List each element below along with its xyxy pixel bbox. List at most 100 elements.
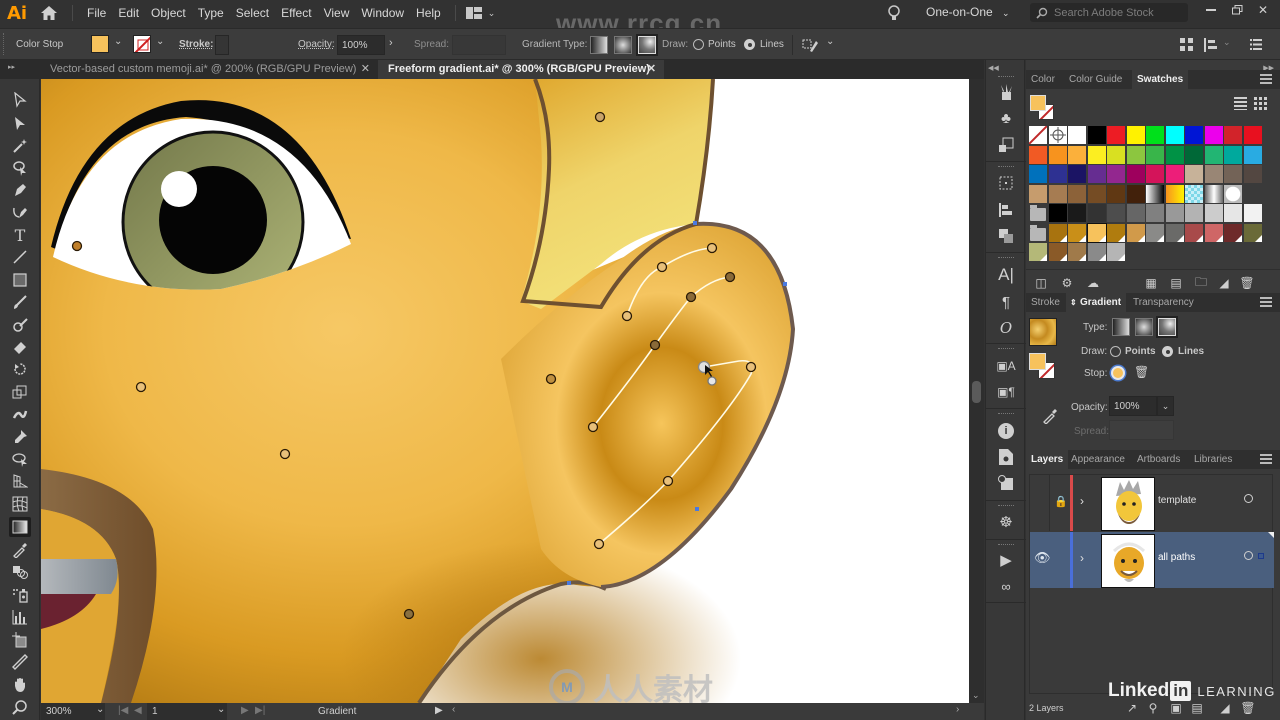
swatch[interactable] <box>1185 126 1203 144</box>
opacity-input[interactable]: 100% <box>337 35 385 55</box>
links-chain-panel-button[interactable]: ∞ <box>996 576 1016 596</box>
swatch[interactable] <box>1146 145 1164 164</box>
swatch[interactable] <box>1107 223 1125 242</box>
swatch-pattern-blue[interactable] <box>1185 184 1203 203</box>
zoom-level-select[interactable]: 300% ⌄ <box>41 703 105 720</box>
menu-object[interactable]: Object <box>145 0 192 26</box>
align-objects-icon[interactable] <box>1204 38 1218 52</box>
align-panel-button[interactable] <box>996 200 1016 220</box>
swatch[interactable] <box>1087 243 1106 261</box>
draw-points-radio[interactable] <box>693 39 704 50</box>
swatch[interactable] <box>1224 126 1242 144</box>
stroke-weight-stepper[interactable] <box>215 35 229 55</box>
swatch[interactable] <box>1146 126 1164 144</box>
swatch[interactable] <box>1224 165 1242 183</box>
draw-lines-radio[interactable] <box>744 39 755 50</box>
scroll-right-icon[interactable]: › <box>956 704 959 715</box>
swatch[interactable] <box>1068 165 1086 183</box>
swatch[interactable] <box>1107 243 1125 261</box>
swatch[interactable] <box>1029 243 1047 261</box>
collapse-toolbar-icon[interactable]: ▸▸ <box>8 63 15 71</box>
swatch-options-icon[interactable]: ▦ <box>1144 276 1158 290</box>
swatch[interactable] <box>1048 184 1067 203</box>
actions-panel-button[interactable]: ▶ <box>996 550 1016 570</box>
swatch[interactable] <box>1087 145 1106 164</box>
close-tab-icon[interactable]: ✕ <box>361 60 370 79</box>
minimize-button[interactable] <box>1198 0 1224 20</box>
opacity-dropdown[interactable]: ⌄ <box>1157 396 1174 416</box>
paragraph-panel-button[interactable]: ¶ <box>996 292 1016 312</box>
thumbnail-view-icon[interactable] <box>1254 97 1267 110</box>
swatch[interactable] <box>1048 243 1067 261</box>
tab-vector-memoji[interactable]: Vector-based custom memoji.ai* @ 200% (R… <box>40 60 378 79</box>
panel-group-grip[interactable] <box>998 544 1014 546</box>
hand-tool[interactable] <box>9 675 31 695</box>
swatches-panel-menu-icon[interactable] <box>1260 74 1272 84</box>
artwork[interactable] <box>41 79 969 703</box>
vertical-scrollbar[interactable]: ⌄ <box>969 79 984 703</box>
current-tool-status[interactable]: Gradient <box>318 706 356 717</box>
swatch[interactable] <box>1243 223 1262 242</box>
direct-selection-tool[interactable] <box>9 114 31 134</box>
zoom-tool[interactable] <box>9 698 31 718</box>
fill-swatch[interactable] <box>1029 353 1046 370</box>
type-tool[interactable]: T <box>9 225 31 245</box>
swatch[interactable] <box>1165 145 1184 164</box>
tab-artboards[interactable]: Artboards <box>1132 450 1185 469</box>
swatch[interactable] <box>1087 165 1106 183</box>
close-tab-icon[interactable]: ✕ <box>647 60 656 79</box>
swatch[interactable] <box>1029 145 1047 164</box>
swatch[interactable] <box>1204 145 1223 164</box>
stroke-dropdown-chevron-icon[interactable]: ⌄ <box>156 36 164 47</box>
opentype-panel-button[interactable]: O <box>996 318 1016 338</box>
tab-color-guide[interactable]: Color Guide <box>1064 70 1127 89</box>
swatch-selected[interactable] <box>1086 222 1107 243</box>
swatch[interactable] <box>1224 145 1242 164</box>
swatch[interactable] <box>1126 184 1145 203</box>
swatch[interactable] <box>1087 204 1106 222</box>
perspective-grid-tool[interactable] <box>9 471 31 491</box>
swatch[interactable] <box>1126 223 1145 242</box>
artboard-number-select[interactable]: 1 ⌄ <box>147 703 227 720</box>
tab-gradient[interactable]: ⇕ Gradient <box>1066 293 1127 312</box>
rectangle-tool[interactable] <box>9 270 31 290</box>
swatch[interactable] <box>1126 165 1145 183</box>
make-clipping-mask-icon[interactable]: ▣ <box>1169 701 1183 715</box>
scrollbar-thumb[interactable] <box>972 381 981 403</box>
home-icon[interactable] <box>34 0 64 26</box>
character-styles-panel-button[interactable]: ▣A <box>996 356 1016 376</box>
opacity-expand-chevron-icon[interactable]: › <box>389 37 393 49</box>
swatch[interactable] <box>1126 145 1145 164</box>
first-artboard-icon[interactable]: |◀ <box>118 705 128 716</box>
lasso-tool[interactable] <box>9 158 31 178</box>
lock-icon[interactable]: 🔒 <box>1054 495 1068 508</box>
swatch[interactable] <box>1185 165 1203 183</box>
swatch[interactable] <box>1204 126 1223 144</box>
swatch-libraries-icon[interactable]: ◫ <box>1034 276 1048 290</box>
swatch[interactable] <box>1185 223 1203 242</box>
panel-group-grip[interactable] <box>998 257 1014 259</box>
fill-swatch[interactable] <box>91 35 109 53</box>
graphic-styles-panel-button[interactable] <box>996 135 1016 155</box>
control-bar-menu-icon[interactable] <box>1250 39 1262 50</box>
transform-panel-button[interactable] <box>996 173 1016 193</box>
workspace-switcher[interactable]: One-on-One ⌄ <box>926 5 1010 19</box>
stroke-label[interactable]: Stroke: <box>179 39 213 50</box>
eye-visibility-icon[interactable]: 👁 <box>1034 550 1051 566</box>
last-artboard-icon[interactable]: ▶| <box>255 705 265 716</box>
shaper-tool[interactable] <box>9 315 31 335</box>
swatch[interactable] <box>1243 204 1262 222</box>
fill-swatch[interactable] <box>1030 95 1046 111</box>
pathfinder-panel-button[interactable] <box>996 226 1016 246</box>
layer-name[interactable]: all paths <box>1158 552 1195 563</box>
swatch[interactable] <box>1107 165 1125 183</box>
eraser-tool[interactable] <box>9 337 31 357</box>
info-panel-button[interactable]: i <box>996 421 1016 441</box>
draw-lines-radio[interactable] <box>1162 346 1173 357</box>
swatch[interactable] <box>1087 184 1106 203</box>
paragraph-styles-panel-button[interactable]: ▣¶ <box>996 382 1016 402</box>
swatch[interactable] <box>1243 165 1262 183</box>
opacity-input[interactable]: 100% <box>1109 396 1157 416</box>
column-graph-tool[interactable] <box>9 607 31 627</box>
delete-swatch-icon[interactable]: 🗑 <box>1239 276 1254 290</box>
